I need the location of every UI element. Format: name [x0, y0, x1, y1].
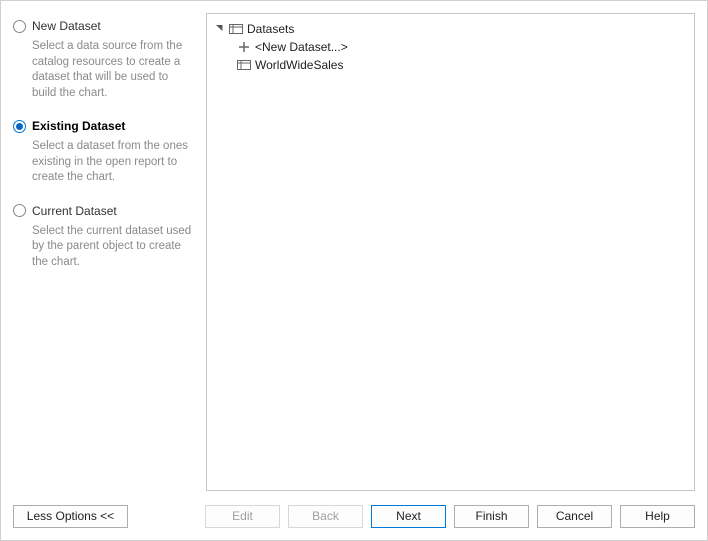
option-header: Current Dataset [13, 204, 198, 218]
plus-icon [237, 40, 251, 54]
footer-bar: Less Options << Edit Back Next Finish Ca… [1, 497, 707, 540]
option-desc: Select a dataset from the ones existing … [32, 139, 198, 186]
tree-label: <New Dataset...> [255, 40, 348, 54]
dataset-icon [237, 58, 251, 72]
finish-button[interactable]: Finish [454, 505, 529, 528]
option-new-dataset[interactable]: New Dataset Select a data source from th… [13, 19, 198, 101]
back-button: Back [288, 505, 363, 528]
option-title: Current Dataset [32, 204, 117, 218]
edit-button: Edit [205, 505, 280, 528]
dataset-folder-icon [229, 22, 243, 36]
content-area: New Dataset Select a data source from th… [1, 1, 707, 497]
tree-item-new-dataset[interactable]: <New Dataset...> [213, 38, 688, 56]
tree-item-worldwidesales[interactable]: WorldWideSales [213, 56, 688, 74]
tree-root-datasets[interactable]: Datasets [213, 20, 688, 38]
radio-new-dataset[interactable] [13, 20, 26, 33]
option-title: Existing Dataset [32, 119, 125, 133]
dataset-tree-panel: Datasets <New Dataset...> WorldWideSales [206, 13, 695, 491]
option-current-dataset[interactable]: Current Dataset Select the current datas… [13, 204, 198, 271]
options-panel: New Dataset Select a data source from th… [13, 13, 198, 491]
option-existing-dataset[interactable]: Existing Dataset Select a dataset from t… [13, 119, 198, 186]
dataset-dialog: New Dataset Select a data source from th… [0, 0, 708, 541]
tree-label: Datasets [247, 22, 294, 36]
option-header: Existing Dataset [13, 119, 198, 133]
tree-label: WorldWideSales [255, 58, 343, 72]
chevron-down-icon[interactable] [215, 23, 225, 35]
cancel-button[interactable]: Cancel [537, 505, 612, 528]
help-button[interactable]: Help [620, 505, 695, 528]
option-desc: Select the current dataset used by the p… [32, 224, 198, 271]
less-options-button[interactable]: Less Options << [13, 505, 128, 528]
radio-existing-dataset[interactable] [13, 120, 26, 133]
option-desc: Select a data source from the catalog re… [32, 39, 198, 101]
radio-current-dataset[interactable] [13, 204, 26, 217]
option-title: New Dataset [32, 19, 101, 33]
next-button[interactable]: Next [371, 505, 446, 528]
option-header: New Dataset [13, 19, 198, 33]
